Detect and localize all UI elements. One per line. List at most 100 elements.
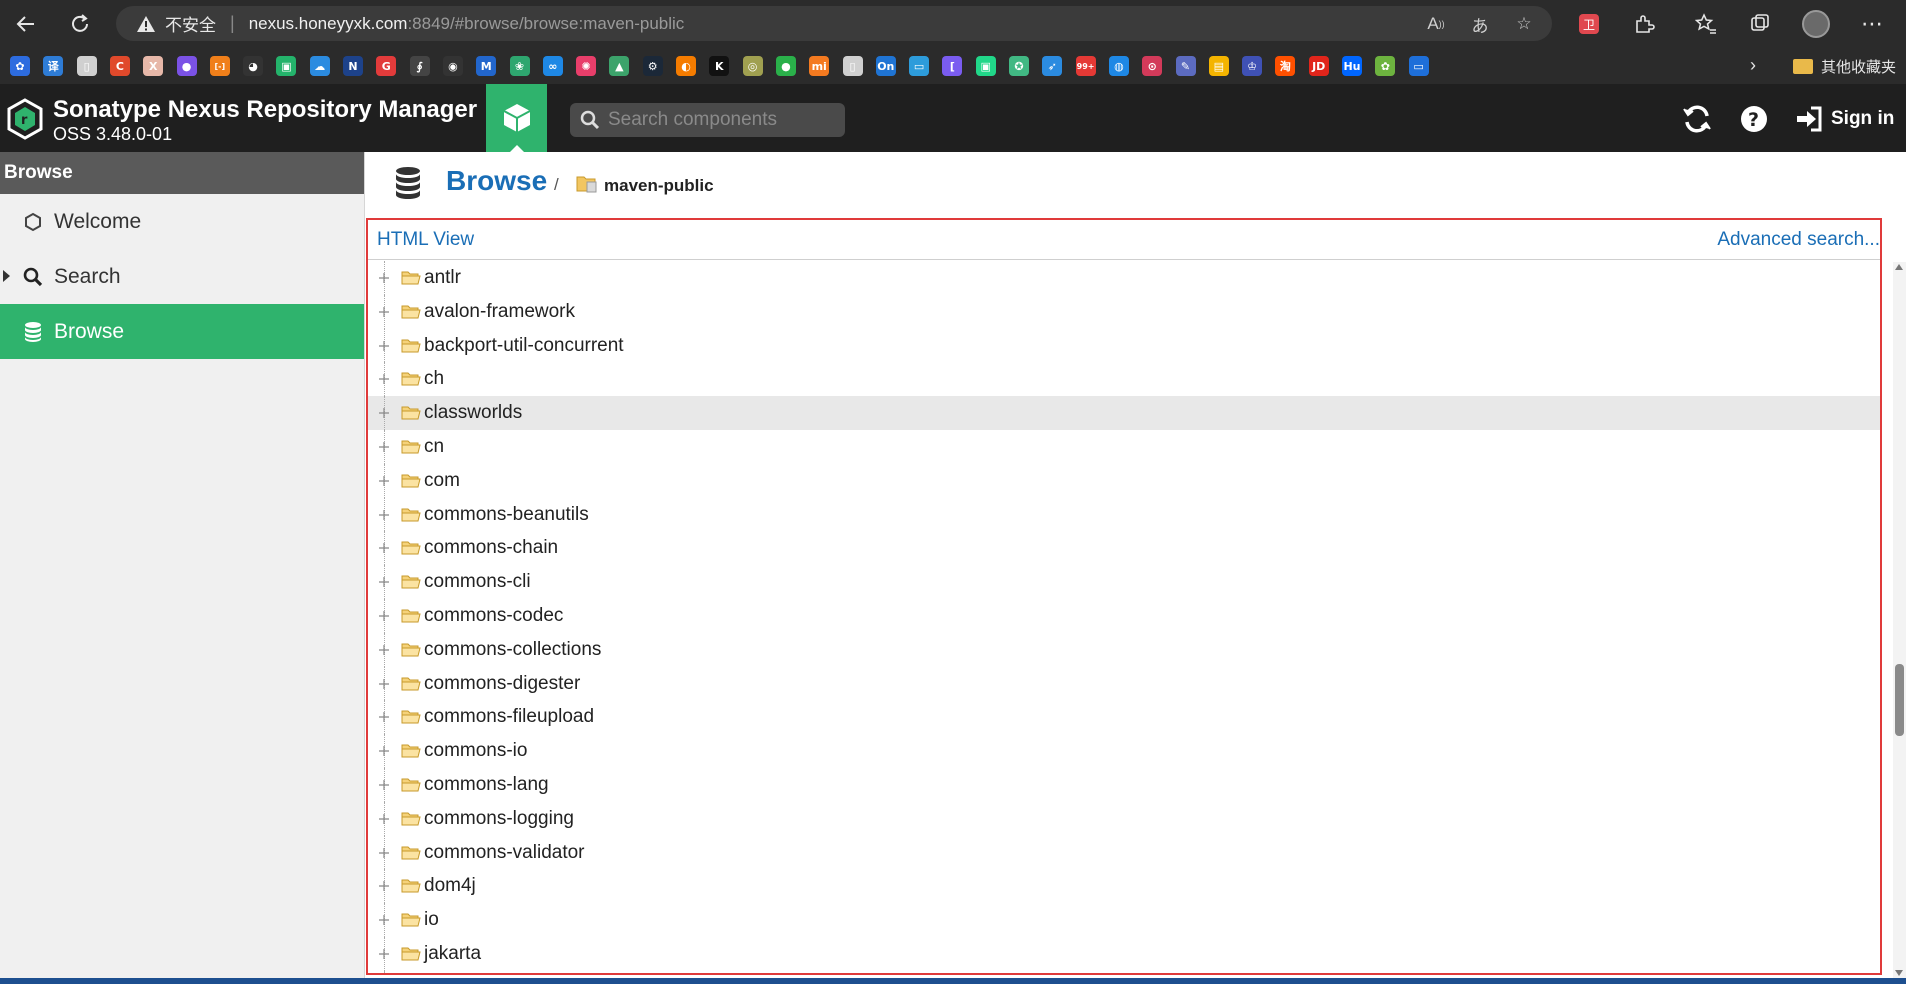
scroll-thumb[interactable] [1895,664,1904,736]
scroll-up-arrow-icon[interactable] [1895,264,1903,270]
expand-plus-icon[interactable] [378,306,390,318]
tree-row[interactable]: commons-digester [368,666,1880,701]
mi-icon[interactable]: mi [809,56,830,76]
tree-row[interactable]: classworlds [368,396,1880,430]
advanced-search-link[interactable]: Advanced search... [1717,229,1880,251]
other-bookmarks-folder[interactable]: 其他收藏夹 [1792,54,1896,78]
nav-item-welcome[interactable]: Welcome [0,194,364,249]
expand-plus-icon[interactable] [378,711,390,723]
address-bar[interactable]: 不安全 | nexus.honeyyxk.com:8849/#browse/br… [116,6,1552,41]
note-icon[interactable]: ✎ [1175,56,1196,76]
nav-item-browse[interactable]: Browse [0,304,364,359]
tree-row[interactable]: commons-logging [368,801,1880,836]
expand-plus-icon[interactable] [378,644,390,656]
expand-plus-icon[interactable] [378,373,390,385]
bracket-purple-icon[interactable]: [ [942,56,963,76]
collections-icon[interactable] [1744,8,1776,40]
tree-row[interactable]: commons-validator [368,835,1880,870]
expand-plus-icon[interactable] [378,880,390,892]
tree-row[interactable]: commons-codec [368,598,1880,633]
expand-plus-icon[interactable] [378,272,390,284]
tree-row[interactable]: commons-chain [368,531,1880,566]
back-icon[interactable] [10,8,42,40]
doc-icon[interactable]: ▯ [842,56,863,76]
tree-row[interactable]: cn [368,429,1880,464]
hu-icon[interactable]: Hu [1342,56,1362,76]
k-icon[interactable]: K [709,56,730,76]
expand-plus-icon[interactable] [378,914,390,926]
tree-row[interactable]: commons-lang [368,767,1880,802]
spiral-icon[interactable]: ✪ [1009,56,1029,76]
target-icon[interactable]: ◎ [742,56,763,76]
sign-in-button[interactable]: Sign in [1795,104,1894,134]
csdn-icon[interactable]: C [109,56,130,76]
tree-row[interactable]: io [368,903,1880,937]
tree-row[interactable]: avalon-framework [368,294,1880,329]
wechat-icon[interactable]: ● [775,56,796,76]
infinity-icon[interactable]: ∞ [542,56,563,76]
profile-avatar[interactable] [1800,8,1832,40]
card-icon[interactable]: ▭ [1408,56,1429,76]
read-aloud-icon[interactable]: A)) [1424,12,1448,36]
mountain-icon[interactable]: ▲ [609,56,630,76]
tree-row[interactable]: antlr [368,261,1880,295]
m-icon[interactable]: M [476,56,497,76]
g-icon[interactable]: G [376,56,397,76]
expand-plus-icon[interactable] [378,678,390,690]
expand-plus-icon[interactable] [378,441,390,453]
expand-plus-icon[interactable] [378,779,390,791]
spring-icon[interactable]: ✿ [1375,56,1396,76]
expand-plus-icon[interactable] [378,610,390,622]
nba-icon[interactable]: N [343,56,363,76]
github-icon[interactable]: ◉ [442,56,463,76]
cloud-icon[interactable]: ☁ [309,56,330,76]
tree-row[interactable]: commons-cli [368,565,1880,599]
chevron-right-icon[interactable]: › [1750,55,1756,76]
tv-icon[interactable]: ▭ [909,56,930,76]
baidu-icon[interactable]: ✿ [10,56,30,76]
translate-icon[interactable]: 译 [43,56,64,76]
expand-plus-icon[interactable] [378,948,390,960]
orange-icon[interactable]: ◐ [676,56,696,76]
help-icon[interactable]: ? [1737,102,1771,136]
translate-icon[interactable]: あ [1468,12,1492,36]
tree-row[interactable]: commons-beanutils [368,497,1880,532]
feather-icon[interactable]: ∮ [409,56,430,76]
badge-99-icon[interactable]: 99+ [1075,56,1096,76]
on-icon[interactable]: On [875,56,896,76]
bracket-icon[interactable]: [-] [209,56,230,76]
extension-red-icon[interactable]: 卫 [1573,8,1605,40]
tree-row[interactable]: backport-util-concurrent [368,328,1880,363]
html-view-link[interactable]: HTML View [377,229,474,251]
extensions-icon[interactable] [1628,8,1660,40]
more-menu-icon[interactable]: ⋯ [1856,8,1888,40]
tree-scrollbar[interactable] [1893,262,1906,978]
scroll-down-arrow-icon[interactable] [1895,970,1903,976]
ring-icon[interactable]: ✺ [576,56,597,76]
tree-row[interactable]: javax [368,970,1880,973]
page-title[interactable]: Browse [446,165,547,197]
green-icon[interactable]: ▣ [276,56,297,76]
rocket-icon[interactable]: ➶ [1042,56,1063,76]
favorites-icon[interactable] [1690,8,1722,40]
expand-plus-icon[interactable] [378,475,390,487]
expand-plus-icon[interactable] [378,813,390,825]
browse-mode-button[interactable] [486,84,547,152]
search-components-input[interactable] [608,109,838,131]
tree-row[interactable]: commons-io [368,734,1880,768]
nav-item-search[interactable]: Search [0,249,364,304]
expand-plus-icon[interactable] [378,542,390,554]
pin-icon[interactable]: ⊙ [1142,56,1163,76]
circle-icon[interactable]: ● [176,56,197,76]
expand-plus-icon[interactable] [378,509,390,521]
expand-plus-icon[interactable] [378,847,390,859]
refresh-icon[interactable] [1680,102,1714,136]
steam-icon[interactable]: ⚙ [642,56,663,76]
page-icon[interactable]: ▯ [76,56,97,76]
tree-row[interactable]: ch [368,362,1880,397]
expand-arrow-icon[interactable] [3,270,10,282]
expand-plus-icon[interactable] [378,407,390,419]
expand-plus-icon[interactable] [378,576,390,588]
tree-row[interactable]: jakarta [368,936,1880,971]
taobao-icon[interactable]: 淘 [1275,56,1296,76]
